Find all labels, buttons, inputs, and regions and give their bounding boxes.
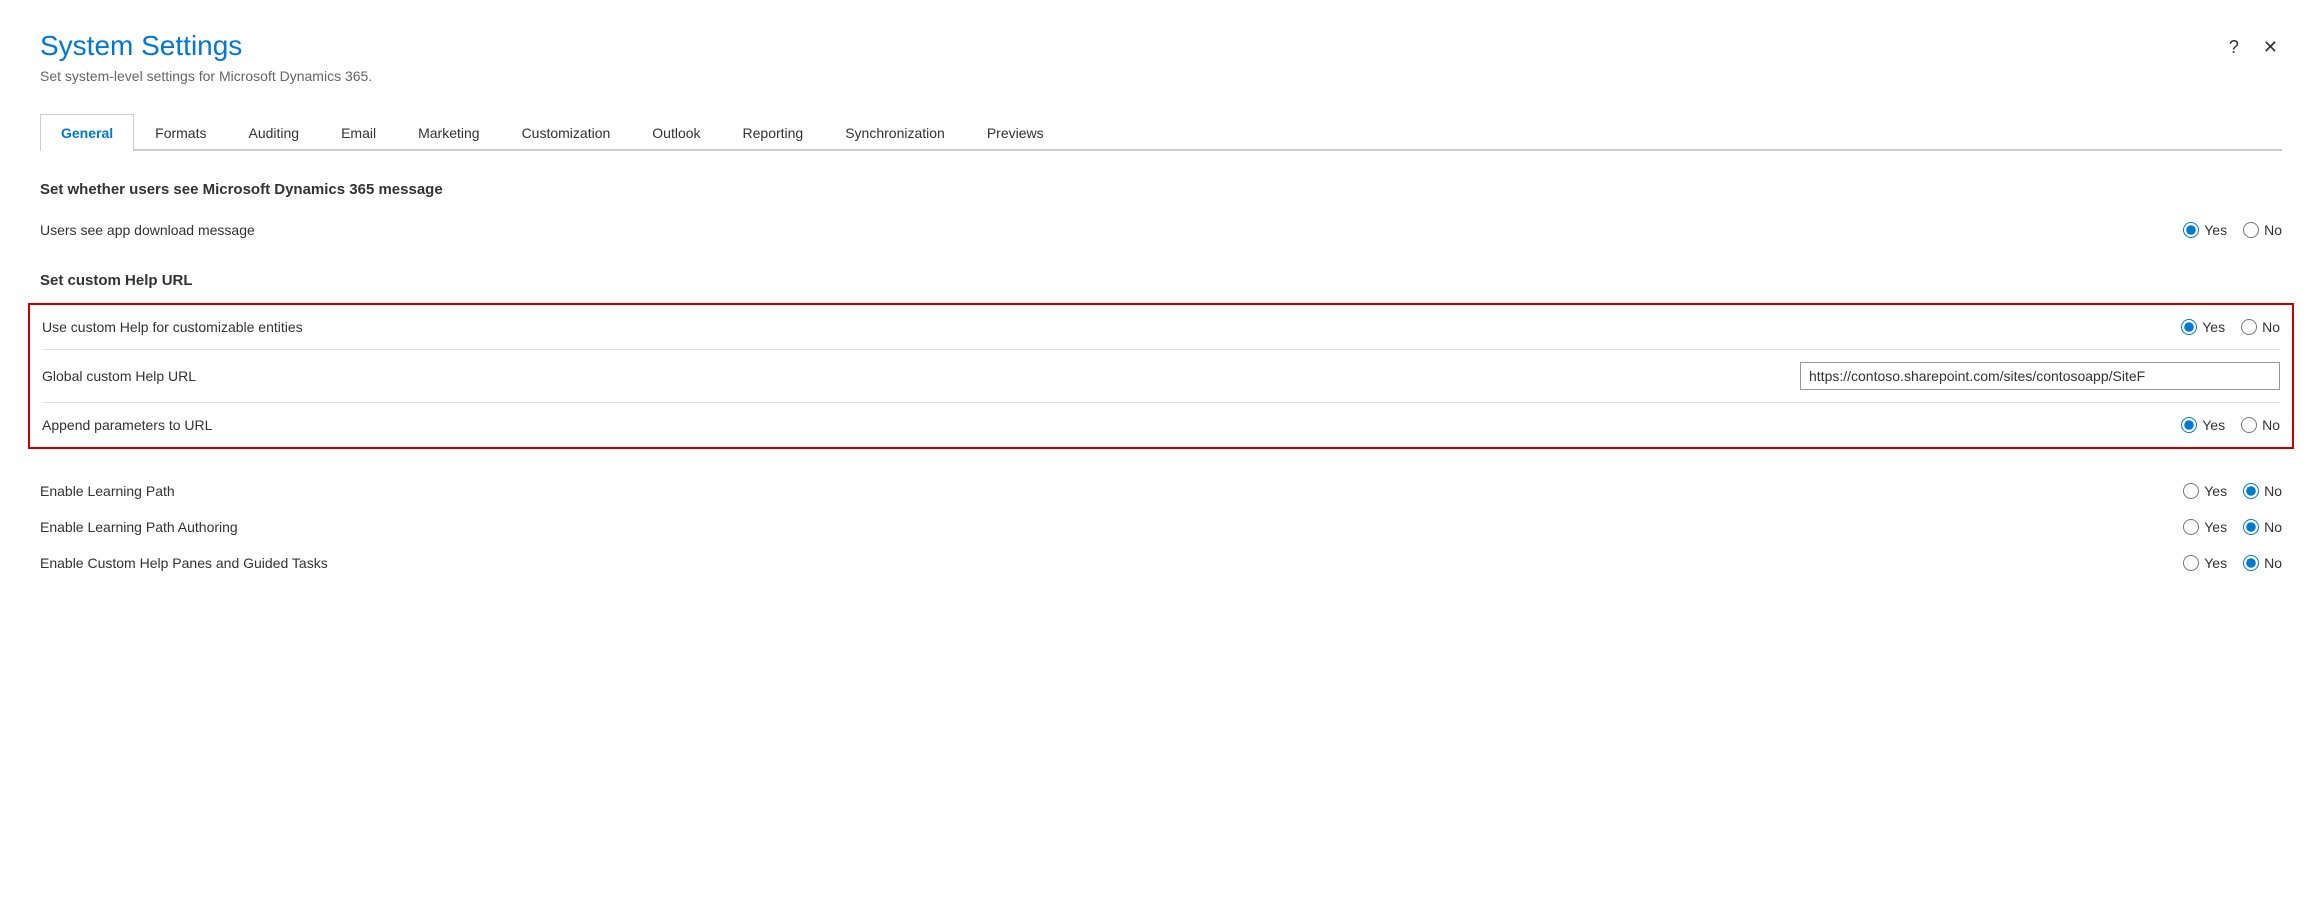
enable-learning-path-row: Enable Learning Path Yes No [40,473,2282,509]
custom-help-url-heading: Set custom Help URL [40,272,2282,289]
use-custom-help-no-radio[interactable] [2241,319,2257,335]
enable-learning-path-label: Enable Learning Path [40,483,2022,499]
use-custom-help-yes-option[interactable]: Yes [2181,319,2225,335]
app-download-no-radio[interactable] [2243,222,2259,238]
tabs-bar: General Formats Auditing Email Marketing… [40,114,2282,151]
help-button[interactable]: ? [2225,34,2243,60]
enable-learning-path-authoring-no-label: No [2264,519,2282,535]
highlighted-help-section: Use custom Help for customizable entitie… [28,303,2294,449]
enable-custom-help-panes-yes-option[interactable]: Yes [2183,555,2227,571]
append-parameters-yes-label: Yes [2202,417,2225,433]
enable-learning-path-authoring-yes-option[interactable]: Yes [2183,519,2227,535]
enable-custom-help-panes-no-option[interactable]: No [2243,555,2282,571]
title-area: System Settings Set system-level setting… [40,30,2225,84]
learning-section: Enable Learning Path Yes No [40,473,2282,581]
enable-learning-path-authoring-no-option[interactable]: No [2243,519,2282,535]
append-parameters-controls: Yes No [2020,417,2280,433]
enable-learning-path-authoring-yes-radio[interactable] [2183,519,2199,535]
append-parameters-radio-group: Yes No [2181,417,2280,433]
dialog-header: System Settings Set system-level setting… [40,30,2282,84]
enable-learning-path-authoring-radio-group: Yes No [2183,519,2282,535]
dialog-subtitle: Set system-level settings for Microsoft … [40,68,2225,84]
use-custom-help-radio-group: Yes No [2181,319,2280,335]
enable-custom-help-panes-row: Enable Custom Help Panes and Guided Task… [40,545,2282,581]
tab-outlook[interactable]: Outlook [631,114,721,151]
enable-learning-path-authoring-yes-label: Yes [2204,519,2227,535]
divider-2 [42,402,2280,403]
enable-learning-path-authoring-label: Enable Learning Path Authoring [40,519,2022,535]
enable-learning-path-radio-group: Yes No [2183,483,2282,499]
app-download-yes-option[interactable]: Yes [2183,222,2227,238]
tab-general[interactable]: General [40,114,134,151]
app-download-no-label: No [2264,222,2282,238]
enable-learning-path-controls: Yes No [2022,483,2282,499]
divider-1 [42,349,2280,350]
append-parameters-no-option[interactable]: No [2241,417,2280,433]
enable-learning-path-yes-label: Yes [2204,483,2227,499]
system-settings-dialog: System Settings Set system-level setting… [0,0,2322,917]
tab-email[interactable]: Email [320,114,397,151]
close-button[interactable]: ✕ [2259,34,2282,60]
enable-learning-path-authoring-row: Enable Learning Path Authoring Yes No [40,509,2282,545]
tab-formats[interactable]: Formats [134,114,227,151]
global-custom-help-url-controls [1800,362,2280,390]
use-custom-help-row: Use custom Help for customizable entitie… [42,309,2280,345]
app-download-yes-label: Yes [2204,222,2227,238]
dialog-title: System Settings [40,30,2225,62]
enable-custom-help-panes-controls: Yes No [2022,555,2282,571]
app-download-message-label: Users see app download message [40,222,2022,238]
enable-custom-help-panes-yes-label: Yes [2204,555,2227,571]
header-controls: ? ✕ [2225,30,2282,60]
use-custom-help-no-option[interactable]: No [2241,319,2280,335]
global-custom-help-url-row: Global custom Help URL [42,354,2280,398]
use-custom-help-yes-radio[interactable] [2181,319,2197,335]
global-custom-help-url-input[interactable] [1800,362,2280,390]
use-custom-help-yes-label: Yes [2202,319,2225,335]
enable-custom-help-panes-yes-radio[interactable] [2183,555,2199,571]
append-parameters-label: Append parameters to URL [42,417,2020,433]
append-parameters-no-label: No [2262,417,2280,433]
app-download-message-row: Users see app download message Yes No [40,212,2282,248]
tab-auditing[interactable]: Auditing [227,114,320,151]
tab-previews[interactable]: Previews [966,114,1065,151]
use-custom-help-controls: Yes No [2020,319,2280,335]
dynamics-message-section: Set whether users see Microsoft Dynamics… [40,181,2282,248]
append-parameters-row: Append parameters to URL Yes No [42,407,2280,443]
append-parameters-no-radio[interactable] [2241,417,2257,433]
enable-learning-path-no-label: No [2264,483,2282,499]
enable-custom-help-panes-radio-group: Yes No [2183,555,2282,571]
enable-learning-path-authoring-no-radio[interactable] [2243,519,2259,535]
use-custom-help-label: Use custom Help for customizable entitie… [42,319,2020,335]
app-download-yes-radio[interactable] [2183,222,2199,238]
tab-synchronization[interactable]: Synchronization [824,114,966,151]
enable-learning-path-no-option[interactable]: No [2243,483,2282,499]
enable-custom-help-panes-no-label: No [2264,555,2282,571]
enable-learning-path-yes-option[interactable]: Yes [2183,483,2227,499]
tab-customization[interactable]: Customization [501,114,632,151]
dynamics-message-heading: Set whether users see Microsoft Dynamics… [40,181,2282,198]
enable-custom-help-panes-no-radio[interactable] [2243,555,2259,571]
use-custom-help-no-label: No [2262,319,2280,335]
global-custom-help-url-label: Global custom Help URL [42,368,1800,384]
enable-learning-path-no-radio[interactable] [2243,483,2259,499]
enable-custom-help-panes-label: Enable Custom Help Panes and Guided Task… [40,555,2022,571]
append-parameters-yes-option[interactable]: Yes [2181,417,2225,433]
tab-reporting[interactable]: Reporting [722,114,825,151]
app-download-radio-group: Yes No [2183,222,2282,238]
app-download-no-option[interactable]: No [2243,222,2282,238]
app-download-message-controls: Yes No [2022,222,2282,238]
enable-learning-path-authoring-controls: Yes No [2022,519,2282,535]
content-area: Set whether users see Microsoft Dynamics… [40,151,2282,581]
append-parameters-yes-radio[interactable] [2181,417,2197,433]
tab-marketing[interactable]: Marketing [397,114,500,151]
custom-help-url-section: Set custom Help URL Use custom Help for … [40,272,2282,449]
enable-learning-path-yes-radio[interactable] [2183,483,2199,499]
